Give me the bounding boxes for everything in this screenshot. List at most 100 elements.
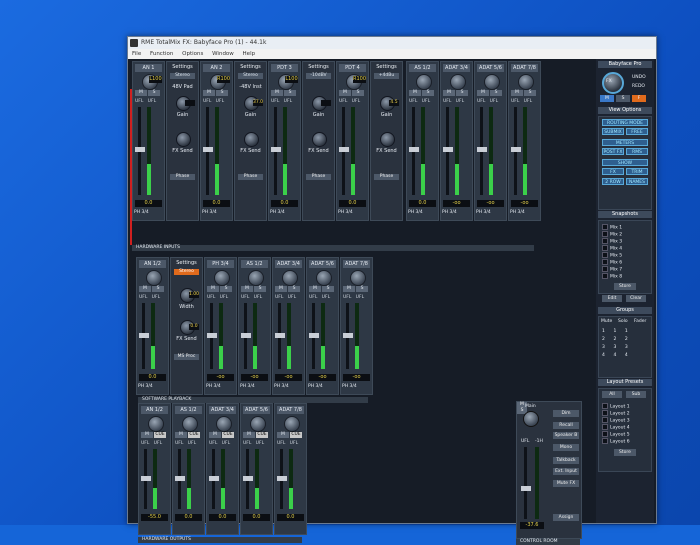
names-button[interactable]: NAMES [626, 178, 648, 185]
undo-button[interactable]: UNDO [632, 75, 646, 80]
menu-file[interactable]: File [132, 51, 141, 57]
two-row-button[interactable]: 2 ROW [602, 178, 624, 185]
solo-button[interactable]: S [490, 90, 502, 96]
pan-knob[interactable] [146, 270, 162, 286]
input-options[interactable]: -48V Inst [235, 84, 266, 90]
routing-label[interactable]: PH 3/4 [510, 210, 525, 215]
redo-button[interactable]: REDO [632, 84, 645, 89]
channel-name[interactable]: ADAT 5/6 [243, 406, 270, 414]
fader-cap[interactable] [409, 147, 419, 152]
pan-knob[interactable] [416, 74, 432, 90]
fader-cap[interactable] [339, 147, 349, 152]
mute-button[interactable]: M [139, 286, 151, 292]
fx-send-knob[interactable] [176, 132, 191, 147]
control-room-knob[interactable] [523, 411, 539, 427]
stereo-mode-button[interactable]: Stereo [238, 73, 263, 79]
solo-button[interactable]: S [356, 286, 368, 292]
fader-cap[interactable] [309, 333, 319, 338]
channel-name[interactable]: ADAT 5/6 [309, 260, 336, 268]
mute-button[interactable]: M [309, 286, 321, 292]
routing-label[interactable]: PH 3/4 [138, 384, 153, 389]
mute-button[interactable]: M [409, 90, 421, 96]
solo-button[interactable]: S [220, 286, 232, 292]
mixer-f-button[interactable]: F [632, 95, 646, 102]
device-selector[interactable]: Babyface Pro [598, 61, 652, 68]
solo-button[interactable]: S [422, 90, 434, 96]
stereo-mode-button[interactable]: -10dBV [306, 73, 331, 79]
solo-button[interactable]: S [284, 90, 296, 96]
fader-cap[interactable] [343, 333, 353, 338]
routing-label[interactable]: PH 3/4 [274, 384, 289, 389]
snapshot-mix-7[interactable]: Mix 7 [602, 266, 622, 273]
routing-label[interactable]: PH 3/4 [308, 384, 323, 389]
channel-name[interactable]: ADAT 7/8 [277, 406, 304, 414]
routing-label[interactable]: PH 3/4 [342, 384, 357, 389]
control-room-fader-track[interactable] [524, 447, 527, 519]
mute-button[interactable]: M [241, 286, 253, 292]
talkback-button[interactable]: Talkback [553, 457, 579, 464]
fader-cap[interactable] [275, 333, 285, 338]
group-row-4[interactable]: 4 4 4 [602, 353, 628, 358]
mute-button[interactable]: M [175, 432, 187, 438]
fader-cap[interactable] [203, 147, 213, 152]
mute-button[interactable]: M [511, 90, 523, 96]
ms-proc-button[interactable]: MS Proc [174, 354, 199, 360]
channel-name[interactable]: AN 2 [203, 64, 230, 72]
fader-cap[interactable] [241, 333, 251, 338]
solo-button[interactable]: S [288, 286, 300, 292]
post-fx-button[interactable]: POST FX [602, 148, 624, 155]
pan-knob[interactable] [484, 74, 500, 90]
fader-cap[interactable] [511, 147, 521, 152]
channel-name[interactable]: AS 1/2 [409, 64, 436, 72]
fader-cap[interactable] [443, 147, 453, 152]
routing-label[interactable]: PH 3/4 [134, 210, 149, 215]
stereo-mode-button[interactable]: Stereo [170, 73, 195, 79]
fader-cap[interactable] [139, 333, 149, 338]
pan-knob[interactable] [316, 270, 332, 286]
channel-name[interactable]: ADAT 3/4 [275, 260, 302, 268]
fader-cap[interactable] [209, 476, 219, 481]
show-fx-button[interactable]: FX [602, 168, 624, 175]
routing-label[interactable]: PH 3/4 [202, 210, 217, 215]
solo-button[interactable]: S [152, 286, 164, 292]
mute-button[interactable]: M [209, 432, 221, 438]
snapshot-mix-1[interactable]: Mix 1 [602, 224, 622, 231]
mute-button[interactable]: M [271, 90, 283, 96]
free-button[interactable]: FREE [626, 128, 648, 135]
ext-input-button[interactable]: Ext. Input [553, 468, 579, 475]
mute-button[interactable]: M [203, 90, 215, 96]
layout-2[interactable]: Layout 2 [602, 410, 630, 417]
pan-knob[interactable] [350, 270, 366, 286]
assign-button[interactable]: Assign [553, 514, 579, 521]
snapshot-mix-3[interactable]: Mix 3 [602, 238, 622, 245]
routing-label[interactable]: PH 3/4 [270, 210, 285, 215]
dim-button[interactable]: Dim [553, 410, 579, 417]
solo-button[interactable]: S [254, 286, 266, 292]
mute-button[interactable]: M [339, 90, 351, 96]
mute-button[interactable]: M [277, 432, 289, 438]
channel-name[interactable]: ADAT 7/8 [343, 260, 370, 268]
snapshot-mix-2[interactable]: Mix 2 [602, 231, 622, 238]
pan-knob[interactable] [518, 74, 534, 90]
fader-cap[interactable] [175, 476, 185, 481]
layout-store-button[interactable]: Store [614, 449, 636, 456]
phase-button[interactable]: Phase [374, 174, 399, 180]
cue-button[interactable]: CUE [154, 432, 166, 438]
menu-help[interactable]: Help [243, 51, 256, 57]
mute-button[interactable]: M [443, 90, 455, 96]
fader-cap[interactable] [271, 147, 281, 152]
snapshot-mix-8[interactable]: Mix 8 [602, 273, 622, 280]
fader-cap[interactable] [243, 476, 253, 481]
mute-button[interactable]: M [477, 90, 489, 96]
snapshot-mix-6[interactable]: Mix 6 [602, 259, 622, 266]
control-room-fader-cap[interactable] [521, 486, 531, 491]
layout-1[interactable]: Layout 1 [602, 403, 630, 410]
fader-cap[interactable] [477, 147, 487, 152]
mixer-s-button[interactable]: S [616, 95, 630, 102]
channel-name[interactable]: PH 3/4 [207, 260, 234, 268]
routing-label[interactable]: PH 3/4 [206, 384, 221, 389]
pan-knob[interactable] [450, 74, 466, 90]
cue-button[interactable]: CUE [290, 432, 302, 438]
trim-button[interactable]: TRIM [626, 168, 648, 175]
snapshot-clear-button[interactable]: Clear [626, 295, 646, 302]
